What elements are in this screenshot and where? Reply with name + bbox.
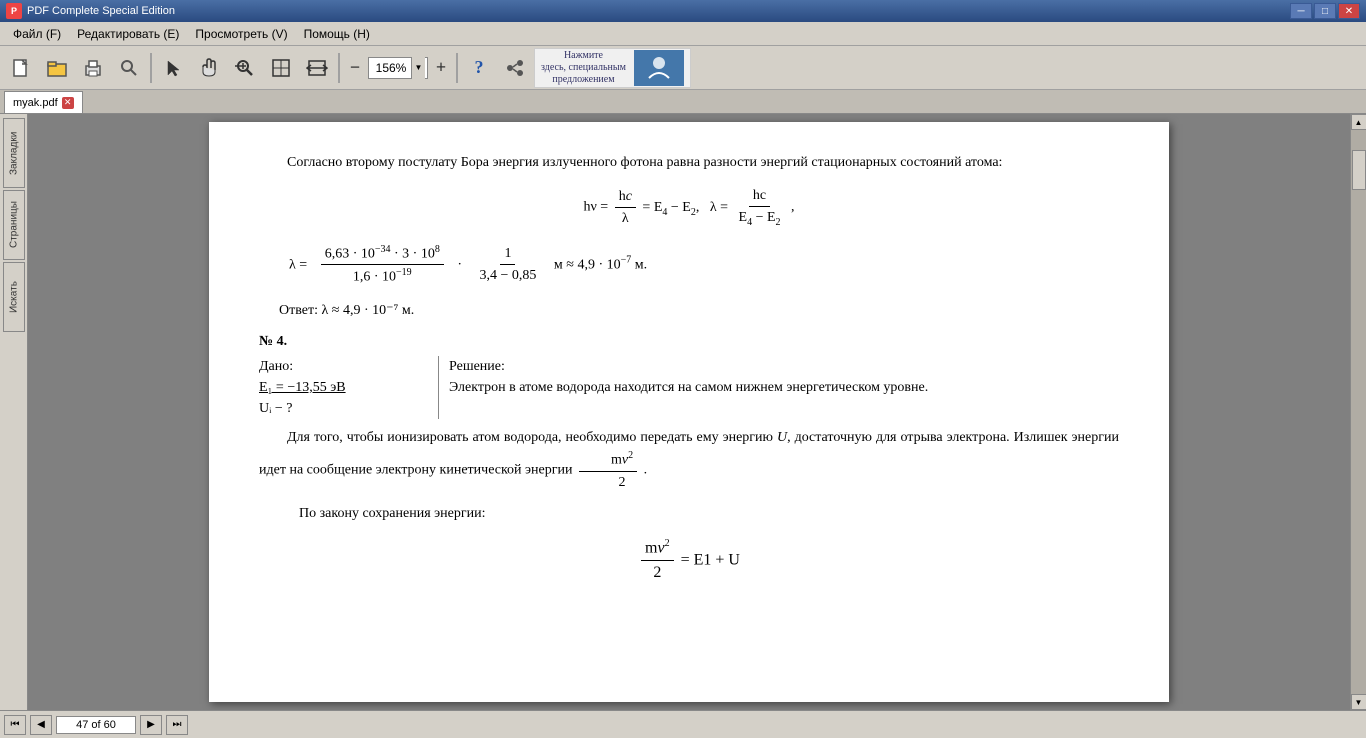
fit-page-button[interactable]: [264, 51, 298, 85]
page-info: 47 of 60: [56, 716, 136, 734]
maximize-button[interactable]: □: [1314, 3, 1336, 19]
scroll-track[interactable]: [1351, 130, 1366, 694]
answer-1: Ответ: λ ≈ 4,9 · 10⁻⁷ м.: [259, 300, 1119, 321]
zoom-button[interactable]: [228, 51, 262, 85]
statusbar: ⏮ ◀ 47 of 60 ▶ ⏭: [0, 710, 1366, 738]
solution-text-1: Электрон в атоме водорода находится на с…: [449, 377, 1119, 398]
formula-1: hν = hc λ = E4 − E2, λ = hc E4 − E2 ,: [259, 185, 1119, 230]
pdf-container: Согласно второму постулату Бора энергия …: [28, 114, 1350, 710]
tabbar: myak.pdf ✕: [0, 90, 1366, 114]
formula-3: mv2 2 = E1 + U: [259, 536, 1119, 585]
titlebar-title: PDF Complete Special Edition: [27, 5, 1290, 17]
tab-myak-pdf[interactable]: myak.pdf ✕: [4, 91, 83, 113]
hand-button[interactable]: [192, 51, 226, 85]
scroll-up-button[interactable]: ▲: [1351, 114, 1366, 130]
zoom-dropdown-arrow[interactable]: ▼: [411, 57, 425, 79]
solution-column: Решение: Электрон в атоме водорода наход…: [439, 356, 1119, 419]
close-button[interactable]: ✕: [1338, 3, 1360, 19]
open-button[interactable]: [40, 51, 74, 85]
select-button[interactable]: [156, 51, 190, 85]
minimize-button[interactable]: ─: [1290, 3, 1312, 19]
titlebar-controls: ─ □ ✕: [1290, 3, 1360, 19]
given-solution-table: Дано: E₁ = −13,55 эВ Uᵢ − ? Решение: Эле…: [259, 356, 1119, 419]
help-button[interactable]: ?: [462, 51, 496, 85]
scrollbar: ▲ ▼: [1350, 114, 1366, 710]
new-button[interactable]: [4, 51, 38, 85]
titlebar: P PDF Complete Special Edition ─ □ ✕: [0, 0, 1366, 22]
pages-tab[interactable]: Страницы: [3, 190, 25, 260]
main-content: Закладки Страницы Искать Согласно втором…: [0, 114, 1366, 710]
problem-header: № 4.: [259, 331, 1119, 352]
menubar: Файл (F) Редактировать (Е) Просмотреть (…: [0, 22, 1366, 46]
app-icon: P: [6, 3, 22, 19]
ad-banner[interactable]: Нажмитездесь, специальнымпредложением: [534, 48, 691, 88]
left-panel: Закладки Страницы Искать: [0, 114, 28, 710]
zoom-out-button[interactable]: −: [344, 57, 366, 79]
solution-para-2: Для того, чтобы ионизировать атом водоро…: [259, 427, 1119, 493]
tab-label: myak.pdf: [13, 97, 58, 109]
menu-file[interactable]: Файл (F): [5, 25, 69, 43]
search-tab[interactable]: Искать: [3, 262, 25, 332]
last-page-button[interactable]: ⏭: [166, 715, 188, 735]
zoom-input[interactable]: 156%: [371, 61, 411, 75]
toolbar-separator-2: [338, 53, 340, 83]
search-scan-button[interactable]: [112, 51, 146, 85]
formula-2: λ = 6,63 · 10−34 · 3 · 108 1,6 · 10−19 ·…: [259, 242, 1119, 288]
first-page-button[interactable]: ⏮: [4, 715, 26, 735]
bookmarks-tab[interactable]: Закладки: [3, 118, 25, 188]
given-column: Дано: E₁ = −13,55 эВ Uᵢ − ?: [259, 356, 439, 419]
given-e1: E₁ = −13,55 эВ: [259, 377, 428, 398]
conservation-label: По закону сохранения энергии:: [299, 503, 1119, 524]
toolbar-separator-1: [150, 53, 152, 83]
menu-help[interactable]: Помощь (Н): [296, 25, 378, 43]
tab-close-button[interactable]: ✕: [62, 97, 74, 109]
menu-edit[interactable]: Редактировать (Е): [69, 25, 187, 43]
solution-label: Решение:: [449, 356, 1119, 377]
scroll-down-button[interactable]: ▼: [1351, 694, 1366, 710]
zoom-value-box[interactable]: 156% ▼: [368, 57, 428, 79]
toolbar: − 156% ▼ + ? Нажмитездесь, специальнымпр…: [0, 46, 1366, 90]
given-ui: Uᵢ − ?: [259, 398, 428, 419]
next-page-button[interactable]: ▶: [140, 715, 162, 735]
scroll-thumb[interactable]: [1352, 150, 1366, 190]
menu-view[interactable]: Просмотреть (V): [187, 25, 295, 43]
pdf-page: Согласно второму постулату Бора энергия …: [209, 122, 1169, 702]
paragraph-1: Согласно второму постулату Бора энергия …: [259, 152, 1119, 173]
zoom-in-button[interactable]: +: [430, 57, 452, 79]
print-button[interactable]: [76, 51, 110, 85]
given-label: Дано:: [259, 356, 428, 377]
fit-width-button[interactable]: [300, 51, 334, 85]
prev-page-button[interactable]: ◀: [30, 715, 52, 735]
toolbar-separator-3: [456, 53, 458, 83]
share-button[interactable]: [498, 51, 532, 85]
ad-text: Нажмитездесь, специальнымпредложением: [541, 50, 626, 86]
